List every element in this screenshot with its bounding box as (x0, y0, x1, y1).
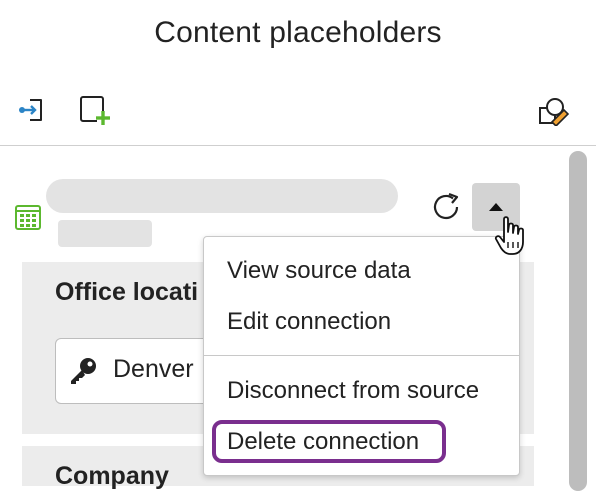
connection-menu: View source data Edit connection Disconn… (203, 236, 520, 476)
edit-placeholder-icon[interactable] (537, 94, 569, 126)
placeholder-subtitle-skeleton (58, 220, 152, 247)
scrollbar-thumb[interactable] (569, 151, 587, 491)
key-icon (68, 356, 98, 386)
add-placeholder-icon[interactable] (78, 94, 110, 126)
menu-item-view-source-data[interactable]: View source data (227, 257, 411, 285)
collapse-menu-button[interactable] (472, 183, 520, 231)
field-label-office-location: Office locati (55, 278, 199, 306)
menu-item-edit-connection[interactable]: Edit connection (227, 308, 391, 336)
menu-separator (204, 355, 519, 356)
office-location-value: Denver (113, 355, 194, 383)
menu-item-disconnect-from-source[interactable]: Disconnect from source (227, 377, 479, 405)
menu-item-delete-connection[interactable]: Delete connection (227, 428, 419, 456)
table-icon (14, 203, 42, 231)
toolbar-divider (0, 145, 596, 146)
page-title: Content placeholders (154, 16, 442, 49)
field-label-company: Company (55, 462, 169, 490)
placeholder-title-skeleton (46, 179, 398, 213)
link-connect-icon[interactable] (17, 94, 49, 126)
refresh-icon[interactable] (430, 190, 464, 224)
caret-up-icon (489, 203, 503, 211)
